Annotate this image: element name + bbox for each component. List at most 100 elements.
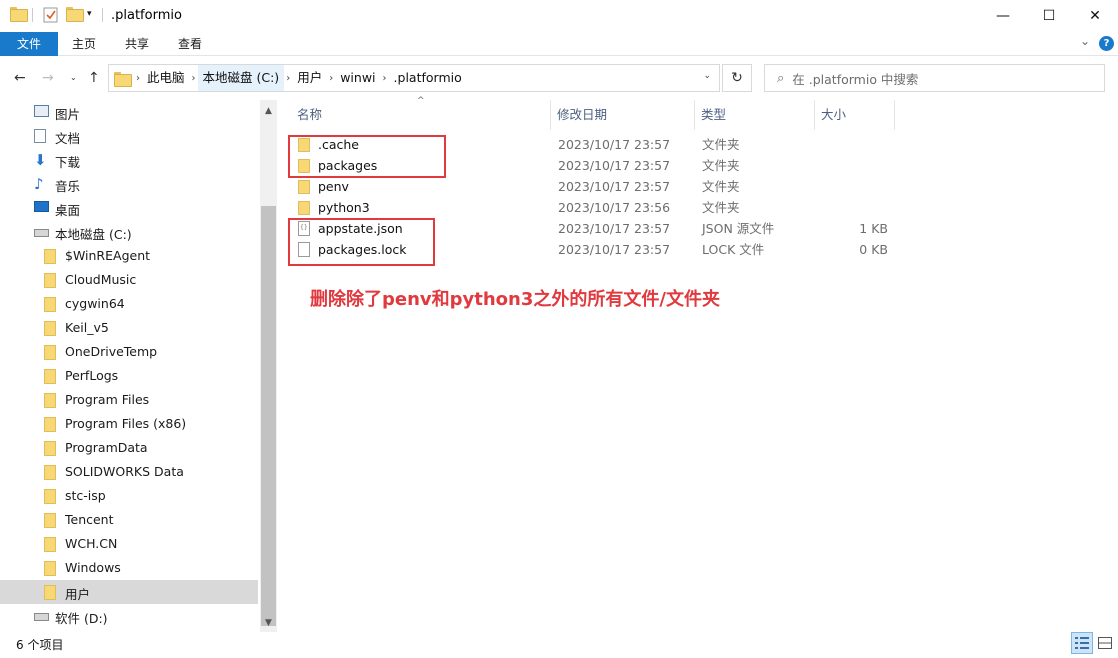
documents-icon xyxy=(34,129,46,143)
file-date: 2023/10/17 23:57 xyxy=(558,137,671,152)
search-input[interactable]: ⌕ 在 .platformio 中搜索 xyxy=(764,64,1105,92)
breadcrumb-local-disk[interactable]: 本地磁盘 (C:) xyxy=(197,65,285,91)
breadcrumb-this-pc[interactable]: 此电脑 xyxy=(142,65,190,91)
sidebar-item[interactable]: Tencent xyxy=(0,508,258,532)
annotation-text: 删除除了penv和python3之外的所有文件/文件夹 xyxy=(310,289,720,310)
navigation-pane: 图片文档 ⬇ 下载 ♪ 音乐桌面本地磁盘 (C:) $WinREAgent CloudMus… xyxy=(0,100,277,632)
folder-icon xyxy=(44,489,56,504)
music-icon: ♪ xyxy=(34,175,44,193)
sidebar-item[interactable]: SOLIDWORKS Data xyxy=(0,460,258,484)
sidebar-item[interactable]: cygwin64 xyxy=(0,292,258,316)
file-size: 0 KB xyxy=(859,242,888,257)
back-arrow-icon[interactable]: ← xyxy=(14,70,26,86)
tab-view[interactable]: 查看 xyxy=(164,32,216,56)
file-list: ^ 名称 修改日期 类型 大小 .cache 2023/10/17 23:57 文件… xyxy=(277,96,1118,632)
column-header-type[interactable]: 类型 xyxy=(695,100,815,130)
file-type: JSON 源文件 xyxy=(702,221,775,236)
folder-icon xyxy=(44,537,56,552)
sidebar-item[interactable]: 本地磁盘 (C:) xyxy=(0,220,258,244)
download-icon: ⬇ xyxy=(34,151,47,169)
tab-home[interactable]: 主页 xyxy=(58,32,110,56)
sidebar-item[interactable]: ProgramData xyxy=(0,436,258,460)
sidebar-item-label: 软件 (D:) xyxy=(55,611,108,626)
sidebar-item-label: Windows xyxy=(65,560,121,575)
sidebar-item[interactable]: 图片 xyxy=(0,100,258,124)
file-date: 2023/10/17 23:56 xyxy=(558,200,671,215)
forward-arrow-icon[interactable]: → xyxy=(42,70,54,86)
tab-file[interactable]: 文件 xyxy=(0,32,58,56)
sidebar-item[interactable]: WCH.CN xyxy=(0,532,258,556)
sidebar-item[interactable]: 桌面 xyxy=(0,196,258,220)
sidebar-item[interactable]: PerfLogs xyxy=(0,364,258,388)
window-title: .platformio xyxy=(111,8,182,23)
sidebar-item[interactable]: Program Files (x86) xyxy=(0,412,258,436)
column-header-name[interactable]: 名称 xyxy=(291,100,551,130)
breadcrumb-winwi[interactable]: winwi xyxy=(335,65,380,91)
properties-icon[interactable] xyxy=(43,7,59,23)
sidebar-item[interactable]: ⬇ 下载 xyxy=(0,148,258,172)
maximize-button[interactable]: ☐ xyxy=(1026,0,1072,32)
up-arrow-icon[interactable]: ↑ xyxy=(88,70,100,86)
chevron-right-icon[interactable]: › xyxy=(134,73,142,84)
ribbon-expand-icon[interactable]: ⌄ xyxy=(1080,34,1090,48)
file-size xyxy=(811,155,888,176)
breadcrumb-users[interactable]: 用户 xyxy=(292,65,327,91)
sidebar-item[interactable]: OneDriveTemp xyxy=(0,340,258,364)
title-bar: ▾ .platformio — ☐ ✕ xyxy=(0,0,1118,32)
pictures-icon xyxy=(34,105,49,117)
highlight-box-files xyxy=(288,218,435,266)
sidebar-item[interactable]: 文档 xyxy=(0,124,258,148)
ribbon-tabs: 文件 主页 共享 查看 ⌄ ? xyxy=(0,32,1118,56)
details-view-button[interactable] xyxy=(1071,632,1093,654)
chevron-right-icon[interactable]: › xyxy=(190,73,198,84)
new-folder-icon[interactable] xyxy=(66,7,84,22)
file-date: 2023/10/17 23:57 xyxy=(558,158,671,173)
sidebar-item-label: Keil_v5 xyxy=(65,320,109,335)
sidebar-item[interactable]: CloudMusic xyxy=(0,268,258,292)
sidebar-item[interactable]: $WinREAgent xyxy=(0,244,258,268)
sidebar-item-label: OneDriveTemp xyxy=(65,344,158,359)
sidebar-item[interactable]: 用户 xyxy=(0,580,258,604)
sidebar-item-label: PerfLogs xyxy=(65,368,119,383)
drive-icon xyxy=(34,225,49,237)
file-type: 文件夹 xyxy=(702,137,740,152)
sidebar-item[interactable]: Program Files xyxy=(0,388,258,412)
refresh-icon: ↻ xyxy=(731,70,743,86)
status-bar: 6 个项目 xyxy=(0,632,1118,658)
address-bar[interactable]: › 此电脑 › 本地磁盘 (C:) › 用户 › winwi › .platfo… xyxy=(108,64,720,92)
sidebar-item[interactable]: 软件 (D:) xyxy=(0,604,258,628)
scroll-down-icon[interactable]: ▼ xyxy=(260,614,277,631)
minimize-button[interactable]: — xyxy=(980,0,1026,32)
refresh-button[interactable]: ↻ xyxy=(722,64,752,92)
breadcrumb-platformio[interactable]: .platformio xyxy=(389,65,467,91)
sidebar-scroll-thumb[interactable] xyxy=(261,206,276,626)
help-icon[interactable]: ? xyxy=(1099,36,1114,51)
navigation-bar: ← → ⌄ ↑ › 此电脑 › 本地磁盘 (C:) › 用户 › winwi ›… xyxy=(0,62,1118,96)
close-button[interactable]: ✕ xyxy=(1072,0,1118,32)
scroll-up-icon[interactable]: ▲ xyxy=(260,102,277,119)
sidebar-item-label: 用户 xyxy=(65,587,91,602)
sidebar-item-label: 桌面 xyxy=(55,203,81,218)
column-header-date[interactable]: 修改日期 xyxy=(551,100,695,130)
chevron-right-icon[interactable]: › xyxy=(284,73,292,84)
customize-toolbar-icon[interactable]: ▾ xyxy=(87,9,92,19)
details-view-icon xyxy=(1075,637,1089,649)
file-row[interactable]: python3 2023/10/17 23:56 文件夹 xyxy=(291,197,891,218)
column-header-size[interactable]: 大小 xyxy=(815,100,895,130)
recent-locations-icon[interactable]: ⌄ xyxy=(70,73,77,82)
sidebar-item[interactable]: Keil_v5 xyxy=(0,316,258,340)
divider xyxy=(102,8,103,22)
folder-icon xyxy=(44,297,56,312)
address-dropdown-icon[interactable]: ⌄ xyxy=(703,71,711,81)
sidebar-item[interactable]: stc-isp xyxy=(0,484,258,508)
sidebar-item-label: 文档 xyxy=(55,131,81,146)
sidebar-item[interactable]: Windows xyxy=(0,556,258,580)
large-icons-view-button[interactable] xyxy=(1094,632,1116,654)
chevron-right-icon[interactable]: › xyxy=(381,73,389,84)
sidebar-item[interactable]: ♪ 音乐 xyxy=(0,172,258,196)
file-row[interactable]: penv 2023/10/17 23:57 文件夹 xyxy=(291,176,891,197)
file-date: 2023/10/17 23:57 xyxy=(558,179,671,194)
item-count: 6 个项目 xyxy=(16,638,64,652)
tab-share[interactable]: 共享 xyxy=(110,32,164,56)
chevron-right-icon[interactable]: › xyxy=(327,73,335,84)
